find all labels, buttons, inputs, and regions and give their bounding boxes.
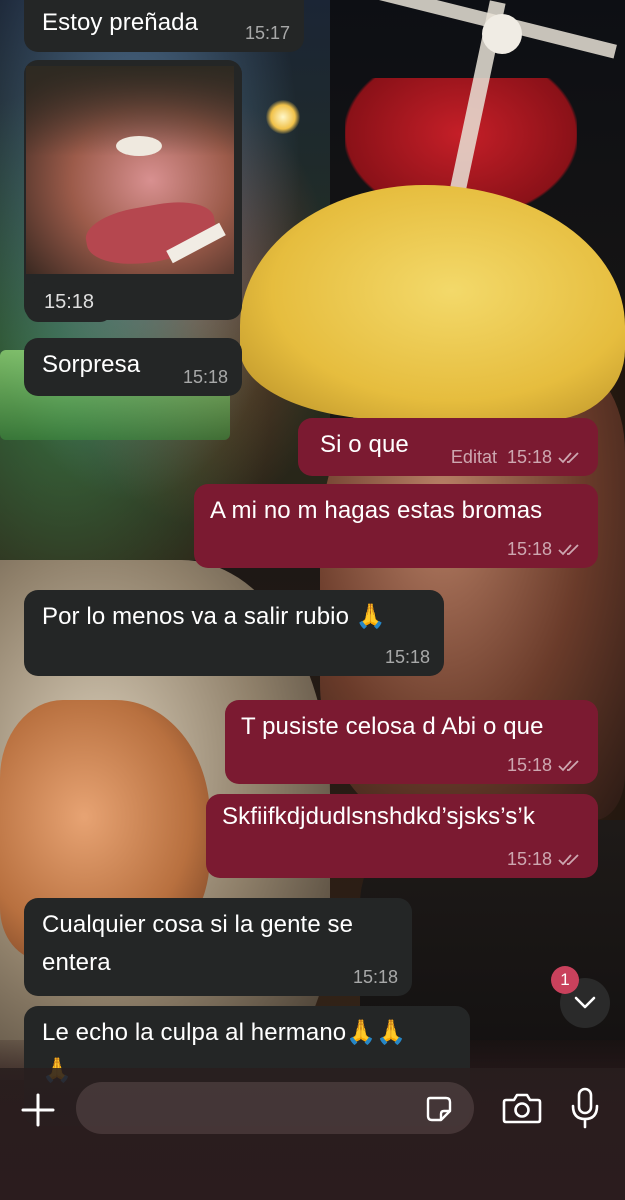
plus-icon: [21, 1093, 55, 1127]
message-bubble-outgoing[interactable]: Si o que Editat 15:18: [298, 418, 598, 476]
message-time: 15:18: [384, 647, 430, 667]
message-bubble-outgoing[interactable]: Skfiifkdjdudlsnshdkd’sjsks’s’k 15:18: [206, 794, 598, 878]
message-text: A mi no m hagas estas bromas: [210, 497, 543, 524]
message-time: 15:18: [506, 539, 552, 559]
message-input-wrapper[interactable]: [76, 1082, 474, 1134]
message-composer: [0, 1068, 625, 1200]
message-time: 15:18: [352, 967, 398, 987]
message-text: Skfiifkdjdudlsnshdkd’sjsks’s’k: [222, 803, 535, 830]
message-time: 15:18: [506, 447, 552, 467]
camera-icon: [502, 1093, 542, 1124]
unread-count-badge: 1: [551, 966, 579, 994]
message-bubble-incoming[interactable]: Sorpresa 15:18: [24, 338, 242, 396]
message-text: Sorpresa: [42, 351, 141, 378]
microphone-icon: [571, 1087, 599, 1129]
message-meta: 15:18: [507, 849, 584, 870]
sticker-button[interactable]: [424, 1094, 454, 1124]
attach-button[interactable]: [18, 1090, 58, 1130]
read-ticks-icon: [558, 543, 579, 555]
message-bubble-incoming[interactable]: Por lo menos va a salir rubio 🙏 15:18: [24, 590, 444, 676]
voice-message-button[interactable]: [568, 1086, 602, 1130]
message-bubble-incoming[interactable]: Estoy preñada 15:17: [24, 0, 304, 52]
message-meta: Editat 15:18: [451, 447, 584, 468]
message-time: 15:18: [506, 849, 552, 869]
message-text-line: entera: [42, 949, 111, 976]
message-text-line: Le echo la culpa al hermano🙏🙏: [42, 1019, 407, 1046]
home-indicator: [0, 1192, 625, 1200]
read-ticks-icon: [558, 853, 579, 865]
message-time: 15:18: [26, 282, 112, 322]
message-input[interactable]: [94, 1082, 424, 1134]
message-time: 15:18: [506, 755, 552, 775]
message-time: 15:18: [182, 367, 228, 387]
message-bubble-outgoing[interactable]: A mi no m hagas estas bromas 15:18: [194, 484, 598, 568]
message-bubble-incoming[interactable]: Cualquier cosa si la gente se entera 15:…: [24, 898, 412, 996]
message-text: Por lo menos va a salir rubio 🙏: [42, 603, 386, 630]
sticker-icon: [426, 1096, 452, 1122]
media-image[interactable]: [26, 66, 234, 274]
message-bubble-outgoing[interactable]: T pusiste celosa d Abi o que 15:18: [225, 700, 598, 784]
camera-button[interactable]: [500, 1088, 544, 1128]
message-meta: 15:18: [507, 755, 584, 776]
read-ticks-icon: [558, 759, 579, 771]
message-time: 15:17: [244, 23, 290, 43]
message-text: T pusiste celosa d Abi o que: [241, 713, 544, 740]
message-text: Estoy preñada: [42, 9, 199, 36]
read-ticks-icon: [558, 451, 579, 463]
message-text-line: Cualquier cosa si la gente se: [42, 911, 354, 938]
chevron-down-icon: [574, 996, 596, 1009]
message-list: Estoy preñada 15:17 15:18 Sorpresa 15:18…: [0, 0, 625, 1200]
edited-label: Editat: [450, 447, 497, 467]
message-text: Si o que: [320, 431, 409, 458]
message-meta: 15:18: [507, 539, 584, 560]
